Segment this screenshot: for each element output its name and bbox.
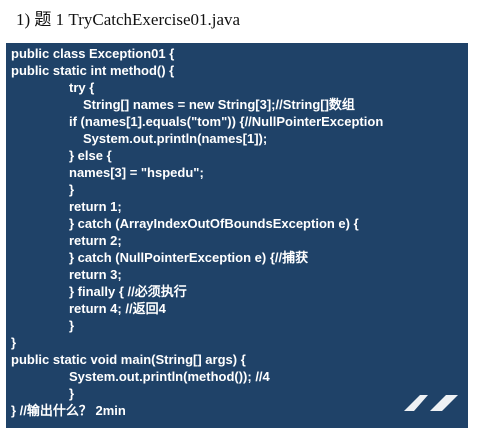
code-line: } catch (NullPointerException e) {//捕获 bbox=[69, 250, 309, 265]
code-line: } bbox=[11, 335, 17, 350]
question-title: 题 1 TryCatchExercise01.java bbox=[34, 10, 241, 29]
code-line: } finally { //必须执行 bbox=[69, 284, 187, 299]
code-line: return 3; bbox=[69, 267, 122, 282]
code-line: System.out.println(names[1]); bbox=[83, 131, 268, 146]
question-number: 1) bbox=[16, 10, 31, 29]
code-line: try { bbox=[69, 80, 95, 95]
code-line: } bbox=[69, 182, 75, 197]
code-line: public static int method() { bbox=[11, 63, 175, 78]
code-line: public static void main(String[] args) { bbox=[11, 352, 246, 367]
code-line: } catch (ArrayIndexOutOfBoundsException … bbox=[69, 216, 359, 231]
code-line: if (names[1].equals("tom")) {//NullPoint… bbox=[69, 114, 384, 129]
code-line: return 4; //返回4 bbox=[69, 301, 166, 316]
code-line: return 2; bbox=[69, 233, 122, 248]
code-line: return 1; bbox=[69, 199, 122, 214]
code-line: public class Exception01 { bbox=[11, 46, 175, 61]
code-line: } bbox=[69, 318, 75, 333]
code-block: public class Exception01 { public static… bbox=[6, 43, 468, 428]
code-line: } else { bbox=[69, 148, 112, 163]
code-line: String[] names = new String[3];//String[… bbox=[83, 97, 355, 112]
watermark-mark bbox=[404, 395, 458, 411]
question-heading: 1) 题 1 TryCatchExercise01.java bbox=[16, 8, 240, 32]
code-line: System.out.println(method()); //4 bbox=[69, 369, 270, 384]
code-line: names[3] = "hspedu"; bbox=[69, 165, 204, 180]
